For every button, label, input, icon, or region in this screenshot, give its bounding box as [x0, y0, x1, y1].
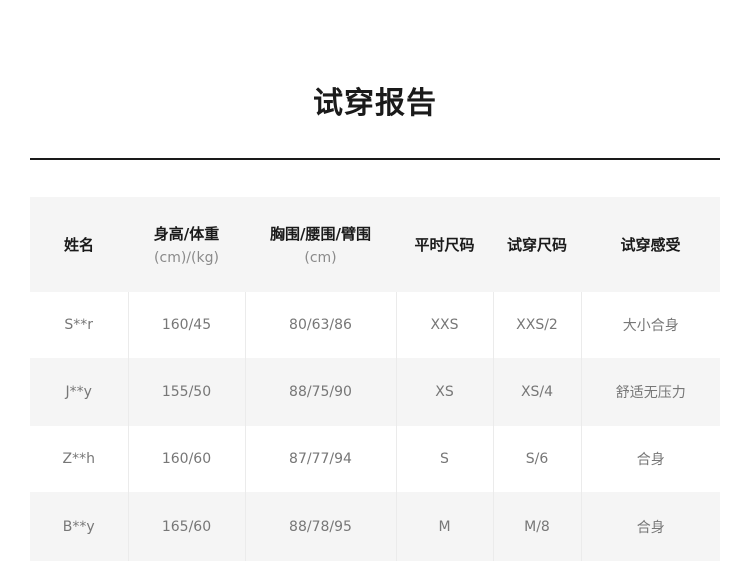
table-row: S**r 160/45 80/63/86 XXS XXS/2 大小合身 — [30, 292, 720, 358]
header-height-weight-unit: (cm)/(kg) — [154, 250, 219, 266]
cell-height-weight: 165/60 — [128, 492, 246, 561]
cell-usual-size: XXS — [396, 292, 494, 358]
header-measurements-unit: (cm) — [304, 250, 337, 266]
cell-height-weight: 160/45 — [128, 292, 246, 358]
page-title: 试穿报告 — [313, 86, 437, 121]
cell-tried-size: S/6 — [493, 426, 582, 492]
header-measurements: 胸围/腰围/臂围 (cm) — [245, 197, 396, 292]
header-tried-size: 试穿尺码 — [493, 197, 581, 292]
cell-height-weight: 155/50 — [128, 358, 246, 426]
table-row: Z**h 160/60 87/77/94 S S/6 合身 — [30, 426, 720, 492]
cell-usual-size: S — [396, 426, 494, 492]
cell-tried-size: M/8 — [493, 492, 582, 561]
cell-name: J**y — [30, 358, 129, 426]
cell-measurements: 88/78/95 — [245, 492, 397, 561]
header-feeling: 试穿感受 — [581, 197, 720, 292]
cell-usual-size: M — [396, 492, 494, 561]
header-usual-size: 平时尺码 — [396, 197, 493, 292]
cell-feeling: 舒适无压力 — [581, 358, 720, 426]
cell-feeling: 合身 — [581, 426, 720, 492]
header-name: 姓名 — [30, 197, 128, 292]
cell-measurements: 87/77/94 — [245, 426, 397, 492]
cell-measurements: 88/75/90 — [245, 358, 397, 426]
header-height-weight: 身高/体重 (cm)/(kg) — [128, 197, 245, 292]
cell-measurements: 80/63/86 — [245, 292, 397, 358]
fitting-report-table: 姓名 身高/体重 (cm)/(kg) 胸围/腰围/臂围 (cm) 平时尺码 试穿尺码… — [30, 197, 720, 561]
cell-height-weight: 160/60 — [128, 426, 246, 492]
table-row: J**y 155/50 88/75/90 XS XS/4 舒适无压力 — [30, 358, 720, 426]
cell-name: B**y — [30, 492, 129, 561]
table-header-row: 姓名 身高/体重 (cm)/(kg) 胸围/腰围/臂围 (cm) 平时尺码 试穿尺码… — [30, 197, 720, 292]
table-row: B**y 165/60 88/78/95 M M/8 合身 — [30, 492, 720, 561]
cell-usual-size: XS — [396, 358, 494, 426]
title-divider — [30, 158, 720, 160]
cell-tried-size: XXS/2 — [493, 292, 582, 358]
cell-feeling: 大小合身 — [581, 292, 720, 358]
cell-feeling: 合身 — [581, 492, 720, 561]
cell-name: S**r — [30, 292, 129, 358]
cell-tried-size: XS/4 — [493, 358, 582, 426]
cell-name: Z**h — [30, 426, 129, 492]
